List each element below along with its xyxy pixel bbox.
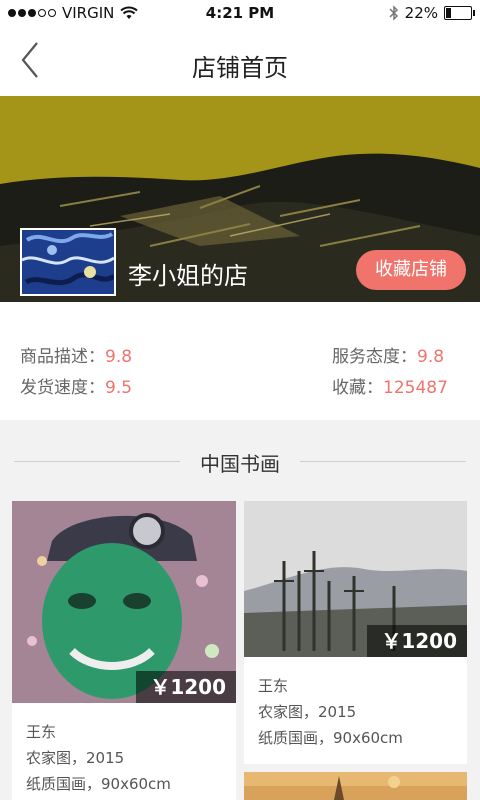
product-spec: 纸质国画，90x60cm — [258, 729, 403, 747]
status-bar: VIRGIN 4:21 PM 22% — [0, 0, 480, 26]
stat-label: 商品描述： — [20, 347, 105, 367]
stat-shipping: 发货速度：9.5 — [20, 373, 132, 398]
product-info: 王东 农家图，2015 纸质国画，90x60cm — [26, 719, 171, 797]
shop-stats: 商品描述：9.8 服务态度：9.8 发货速度：9.5 收藏：125487 — [0, 302, 480, 420]
product-card[interactable]: ￥1200 王东 农家图，2015 纸质国画，90x60cm — [12, 501, 236, 800]
battery-level-fill — [446, 8, 451, 18]
stat-value: 9.8 — [417, 347, 445, 367]
navigation-bar: 店铺首页 — [0, 26, 480, 96]
stat-description: 商品描述：9.8 — [20, 342, 132, 367]
shop-avatar — [20, 228, 116, 296]
product-price: ￥1200 — [136, 671, 236, 703]
product-info: 王东 农家图，2015 纸质国画，90x60cm — [258, 673, 403, 751]
product-image — [244, 772, 467, 800]
stat-favorites: 收藏：125487 — [332, 373, 448, 398]
page-title: 店铺首页 — [192, 54, 288, 82]
product-title: 农家图，2015 — [26, 749, 125, 767]
product-spec: 纸质国画，90x60cm — [26, 775, 171, 793]
category-section-header: 中国书画 — [0, 420, 480, 500]
product-artist: 王东 — [258, 677, 289, 695]
stat-label: 发货速度： — [20, 378, 105, 398]
stat-label: 服务态度： — [332, 347, 417, 367]
battery-icon — [444, 6, 475, 20]
product-artist: 王东 — [26, 723, 57, 741]
stat-value: 9.5 — [105, 378, 133, 398]
stat-service: 服务态度：9.8 — [332, 342, 444, 367]
shop-name: 李小姐的店 — [128, 262, 248, 290]
product-title: 农家图，2015 — [258, 703, 357, 721]
product-price: ￥1200 — [367, 625, 467, 657]
section-title: 中国书画 — [200, 452, 280, 476]
divider — [300, 461, 466, 462]
stat-value: 9.8 — [105, 347, 133, 367]
stat-value: 125487 — [383, 378, 448, 398]
product-card[interactable]: ￥1200 王东 农家图，2015 纸质国画，90x60cm — [244, 501, 467, 764]
status-right: 22% — [389, 4, 475, 22]
stat-label: 收藏： — [332, 378, 383, 398]
product-card[interactable] — [244, 772, 467, 800]
favorite-shop-button[interactable]: 收藏店铺 — [356, 250, 466, 290]
battery-percent: 22% — [404, 4, 438, 22]
bluetooth-icon — [389, 5, 398, 21]
